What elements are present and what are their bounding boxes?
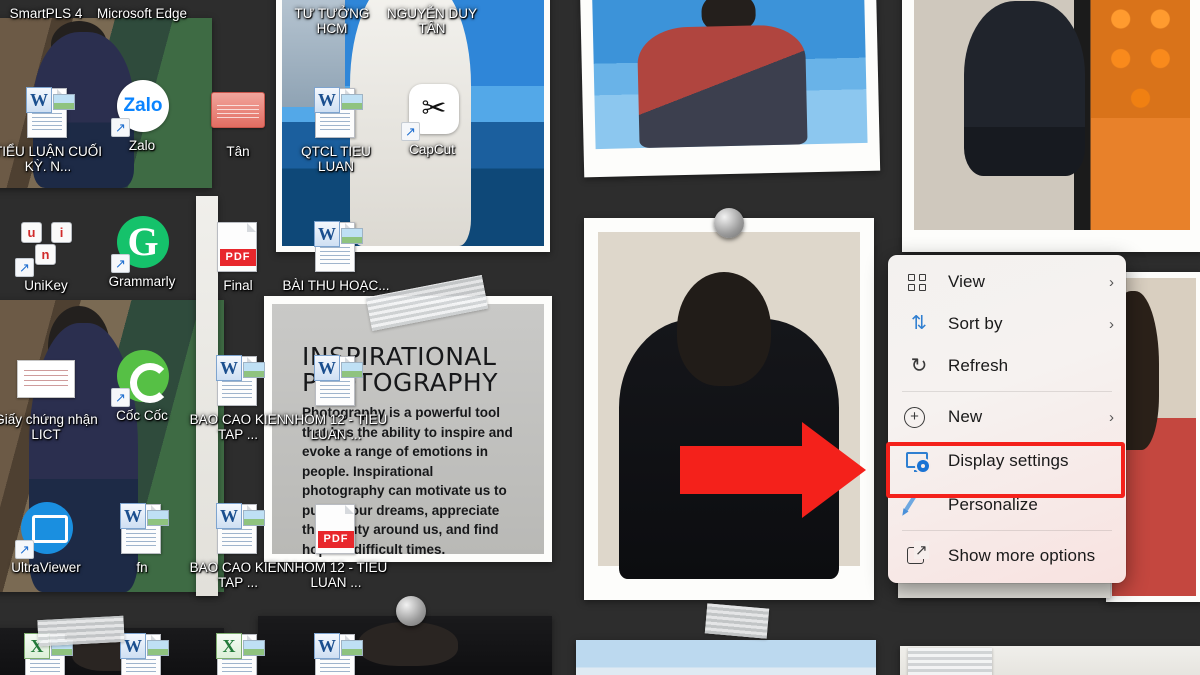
- desktop-context-menu[interactable]: View › ⇅ Sort by › ↻ Refresh + New › Dis…: [888, 255, 1126, 583]
- grammarly-app-icon: ↗: [111, 214, 171, 273]
- icon-label: Giấy chứng nhận LICT: [0, 412, 98, 443]
- pdf-file-icon: PDF: [307, 500, 365, 558]
- context-menu-item-new[interactable]: + New ›: [888, 396, 1126, 438]
- desktop-icon-ultraviewer[interactable]: ↗ UltraViewer: [0, 500, 100, 575]
- red-arrow-annotation: [680, 422, 870, 518]
- coccoc-app-icon: ↗: [111, 348, 171, 407]
- word-document-icon: W: [209, 352, 267, 410]
- desktop-screen: INSPIRATIONAL PHOTOGRAPHY Photography is…: [0, 0, 1200, 675]
- display-settings-highlight-box: [886, 442, 1125, 498]
- desktop-icon-tieuluan[interactable]: W TIỂU LUẬN CUỐI KỲ. N...: [0, 84, 102, 174]
- desktop-icon-capcut[interactable]: ↗ CapCut: [378, 82, 486, 157]
- chevron-right-icon: ›: [1109, 408, 1114, 426]
- menu-item-label: View: [948, 272, 985, 291]
- image-file-icon: [209, 84, 267, 142]
- icon-label: Cốc Cốc: [116, 408, 168, 423]
- menu-item-label: New: [948, 407, 983, 426]
- icon-label: Zalo: [128, 138, 156, 153]
- icon-label: fn: [136, 560, 148, 575]
- icon-label: CapCut: [409, 142, 455, 157]
- icon-label: SmartPLS 4: [9, 6, 83, 21]
- icon-label: NGUYỄN DUY TÂN: [386, 6, 477, 37]
- icon-label: QTCL TIEU LUAN: [301, 144, 371, 175]
- desktop-icon-unikey[interactable]: u i n ↗ UniKey: [0, 218, 100, 293]
- desktop-icon-giaychung[interactable]: Giấy chứng nhận LICT: [0, 352, 100, 442]
- desktop-icon-fn[interactable]: W fn: [88, 500, 196, 575]
- plus-circle-icon: +: [904, 405, 934, 429]
- pin-icon: [714, 208, 744, 238]
- grid-view-icon: [904, 270, 934, 294]
- pin-icon: [396, 596, 426, 626]
- unikey-app-icon: u i n ↗: [15, 218, 75, 277]
- refresh-icon: ↻: [910, 355, 928, 377]
- desktop-icon-baocao1[interactable]: W BAO CAO KIEN TAP ...: [184, 352, 292, 442]
- context-menu-item-refresh[interactable]: ↻ Refresh: [888, 345, 1126, 387]
- tape-strip: [704, 603, 770, 639]
- desktop-icon-qtcl[interactable]: W QTCL TIEU LUAN: [282, 84, 390, 174]
- desktop-icon-baocao2[interactable]: W BAO CAO KIEN TAP ...: [184, 500, 292, 590]
- menu-item-label: Sort by: [948, 314, 1003, 333]
- wallpaper-photo: [576, 640, 876, 675]
- icon-label: BAO CAO KIEN TAP ...: [189, 412, 287, 443]
- menu-separator: [902, 391, 1112, 392]
- desktop-icon-grammarly[interactable]: ↗ Grammarly: [88, 214, 196, 289]
- icon-label: NHOM 12 - TIEU LUAN ...: [284, 560, 388, 591]
- desktop-icon-zalo[interactable]: Zalo ↗ Zalo: [88, 78, 196, 153]
- desktop-icon-edge[interactable]: Microsoft Edge: [88, 4, 196, 21]
- context-menu-item-view[interactable]: View ›: [888, 261, 1126, 303]
- desktop-icon-tan[interactable]: Tân: [184, 84, 292, 159]
- menu-separator: [902, 530, 1112, 531]
- desktop-icon-xls2[interactable]: X: [184, 630, 292, 675]
- word-document-icon: W: [307, 352, 365, 410]
- ultraviewer-app-icon: ↗: [15, 500, 75, 559]
- context-menu-item-show-more-options[interactable]: Show more options: [888, 535, 1126, 577]
- desktop-icon-tutuong[interactable]: TƯ TƯỞNG HCM: [278, 4, 386, 36]
- icon-label: Tân: [226, 144, 250, 159]
- desktop-icon-nhom12b[interactable]: PDF NHOM 12 - TIEU LUAN ...: [282, 500, 390, 590]
- desktop-icon-smartpls[interactable]: SmartPLS 4: [0, 4, 100, 21]
- desktop-icon-baithu[interactable]: W BÀI THU HOẠC...: [282, 218, 390, 293]
- expand-arrow-icon: [904, 541, 934, 568]
- menu-item-label: Refresh: [948, 356, 1009, 375]
- icon-label: UltraViewer: [11, 560, 81, 575]
- image-file-icon: [17, 352, 75, 410]
- icon-label: BAO CAO KIEN TAP ...: [189, 560, 287, 591]
- icon-label: BÀI THU HOẠC...: [282, 278, 390, 293]
- chevron-right-icon: ›: [1109, 273, 1114, 291]
- tape-strip: [37, 615, 125, 647]
- icon-label: TƯ TƯỞNG HCM: [294, 6, 370, 37]
- icon-label: UniKey: [24, 278, 68, 293]
- menu-item-label: Personalize: [948, 495, 1038, 514]
- icon-label: Microsoft Edge: [96, 6, 188, 21]
- sort-arrows-icon: ⇅: [911, 313, 927, 334]
- word-document-icon: W: [19, 84, 77, 142]
- chevron-right-icon: ›: [1109, 315, 1114, 333]
- menu-item-label: Show more options: [948, 546, 1096, 565]
- capcut-app-icon: ↗: [401, 82, 461, 141]
- desktop-icon-word2[interactable]: W: [282, 630, 390, 675]
- wallpaper-photo: [579, 0, 881, 178]
- wallpaper-photo: [902, 0, 1200, 252]
- word-document-icon: W: [307, 218, 365, 276]
- word-document-icon: W: [113, 500, 171, 558]
- icon-label: Final: [223, 278, 253, 293]
- pdf-file-icon: PDF: [209, 218, 267, 276]
- zalo-app-icon: Zalo ↗: [111, 78, 171, 137]
- desktop-icon-final[interactable]: PDF Final: [184, 218, 292, 293]
- context-menu-item-sort-by[interactable]: ⇅ Sort by ›: [888, 303, 1126, 345]
- icon-label: NHOM 12 - TIEU LUAN ...: [284, 412, 388, 443]
- tape-strip: [908, 648, 992, 675]
- icon-label: Grammarly: [108, 274, 176, 289]
- desktop-icon-nhom12a[interactable]: W NHOM 12 - TIEU LUAN ...: [282, 352, 390, 442]
- word-document-icon: W: [209, 500, 267, 558]
- icon-label: TIỂU LUẬN CUỐI KỲ. N...: [0, 144, 103, 175]
- desktop-icon-nguyen[interactable]: NGUYỄN DUY TÂN: [378, 4, 486, 36]
- desktop-icon-coccoc[interactable]: ↗ Cốc Cốc: [88, 348, 196, 423]
- excel-file-icon: X: [209, 630, 267, 675]
- wallpaper-photo: [584, 218, 874, 600]
- word-document-icon: W: [307, 84, 365, 142]
- word-document-icon: W: [307, 630, 365, 675]
